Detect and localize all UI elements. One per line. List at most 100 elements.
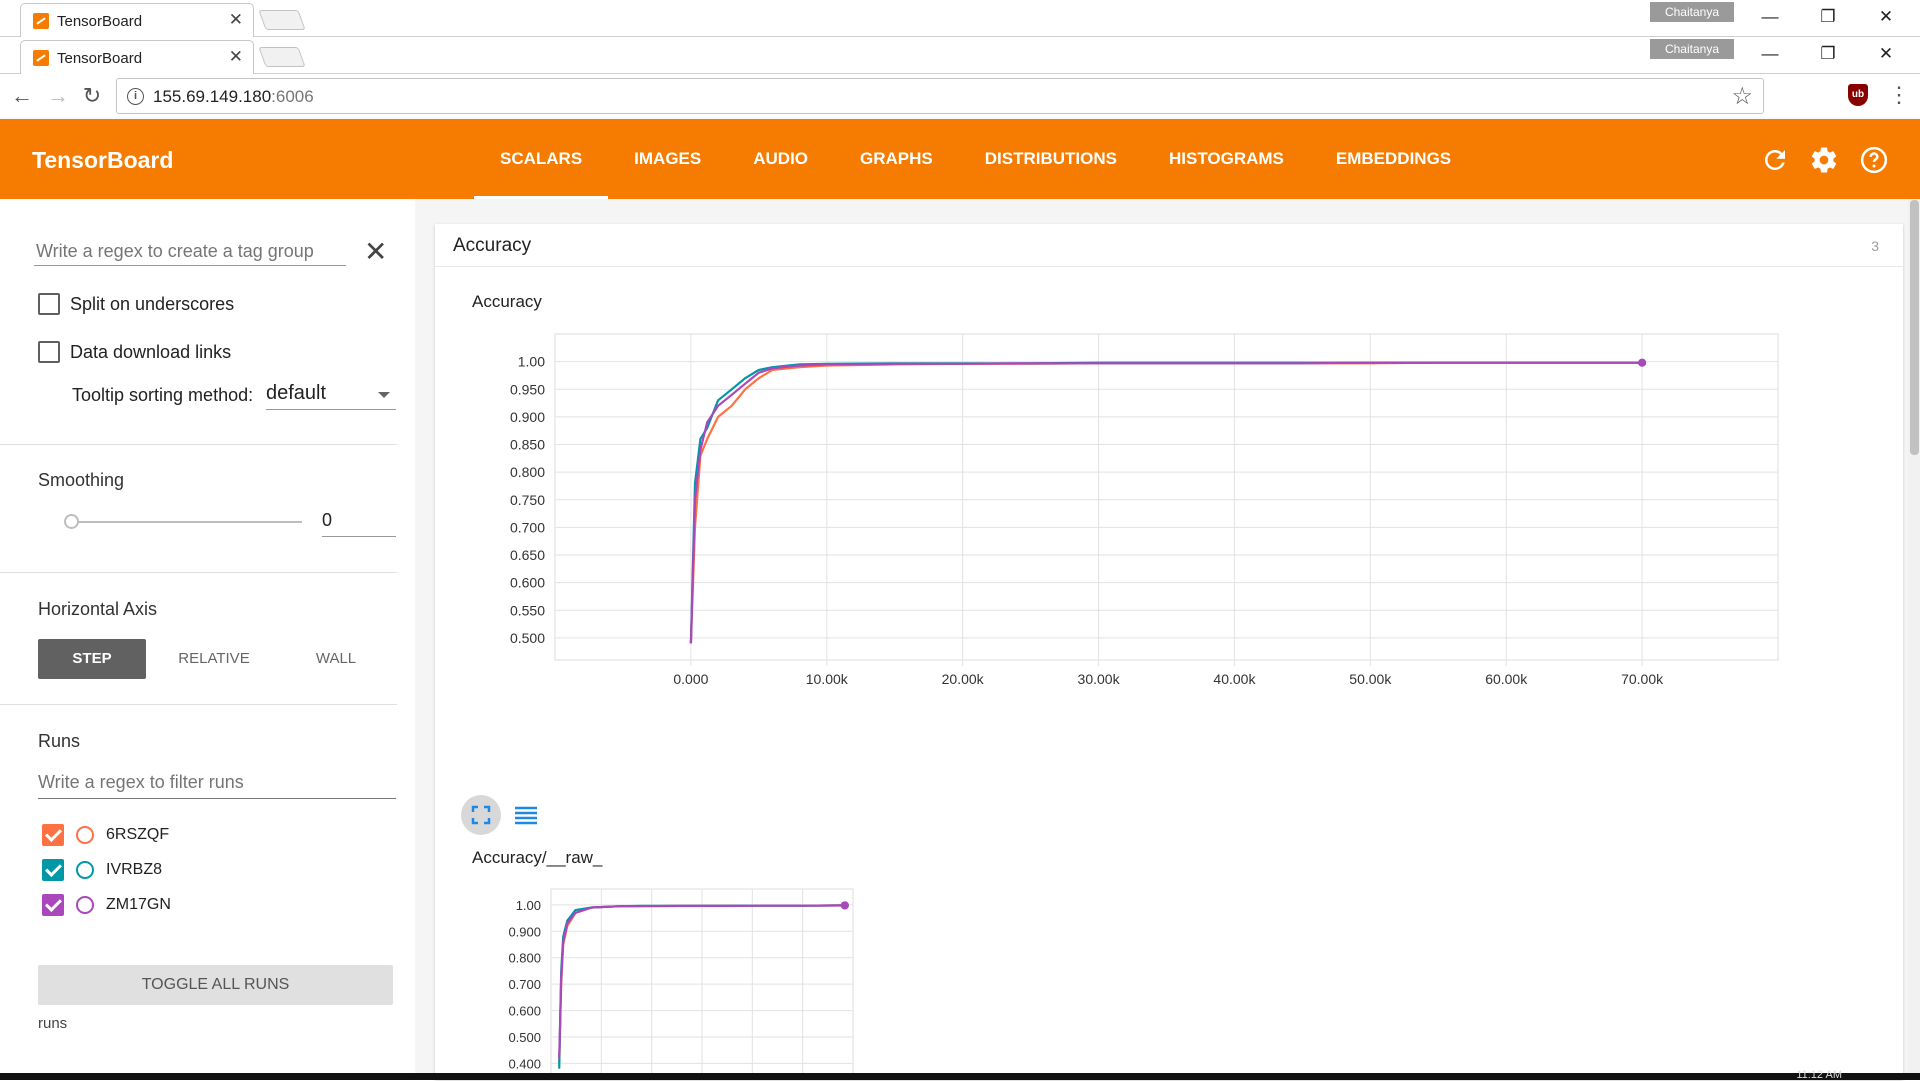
list-lines-icon [515,806,537,825]
refresh-icon[interactable] [1760,145,1790,175]
forward-arrow-icon[interactable]: → [44,82,72,110]
tag-group-regex-input[interactable] [34,239,346,263]
run-checkbox[interactable] [42,894,64,916]
split-underscores-checkbox[interactable] [38,293,60,315]
bookmark-star-icon[interactable]: ☆ [1731,82,1753,111]
back-arrow-icon[interactable]: ← [8,82,36,110]
site-info-icon[interactable]: i [127,88,144,105]
url-text: 155.69.149.180:6006 [153,87,314,107]
restore-button[interactable]: ❐ [1805,41,1851,67]
horizontal-axis-heading: Horizontal Axis [38,599,158,619]
run-checkbox[interactable] [42,824,64,846]
y-tick-label: 0.600 [508,1004,541,1019]
sidebar: ✕ Split on underscores Data download lin… [0,199,415,1080]
y-tick-label: 0.550 [510,602,545,618]
run-name: ZM17GN [106,896,171,913]
tab-histograms[interactable]: HISTOGRAMS [1143,119,1310,199]
profile-name[interactable]: Chaitanya [1650,2,1734,22]
run-color-circle-icon[interactable] [76,861,94,879]
tab-title: TensorBoard [57,13,143,30]
browser-tab-strip: TensorBoard ✕ Chaitanya — ❐ ✕ [0,0,1920,37]
tab-close-icon[interactable]: ✕ [229,47,243,67]
y-tick-label: 0.500 [510,630,545,646]
toggle-all-runs-button[interactable]: TOGGLE ALL RUNS [38,965,393,1005]
new-tab-button[interactable] [258,47,306,67]
browser-tab[interactable]: TensorBoard ✕ [20,3,254,37]
x-tick-label: 60.00k [1485,671,1528,687]
browser-tab[interactable]: TensorBoard ✕ [20,40,254,74]
ublock-extension-icon[interactable]: ub [1848,84,1868,106]
tensorboard-toolbar: TensorBoard SCALARS IMAGES AUDIO GRAPHS … [0,119,1920,199]
tab-distributions[interactable]: DISTRIBUTIONS [959,119,1143,199]
x-tick-label: 50.00k [1349,671,1392,687]
x-tick-label: 10.00k [806,671,849,687]
taskbar-clock: 11:12 AM [1796,1069,1842,1081]
tab-scalars[interactable]: SCALARS [474,119,609,199]
axis-relative-button[interactable]: RELATIVE [160,639,268,679]
runs-filter-input[interactable]: Write a regex to filter runs [38,769,396,799]
tab-embeddings[interactable]: EMBEDDINGS [1310,119,1477,199]
restore-button[interactable]: ❐ [1805,4,1851,30]
y-tick-label: 0.800 [508,951,541,966]
tooltip-sorting-label: Tooltip sorting method: [72,385,254,405]
series-endpoint-zm17gn [1638,358,1647,367]
tag-group-header[interactable]: Accuracy 3 [435,224,1903,267]
dropdown-arrow-icon [378,392,390,398]
close-window-button[interactable]: ✕ [1863,4,1909,30]
address-bar-row: ← → ↻ i 155.69.149.180:6006 ☆ ub ⋮ [0,74,1920,119]
run-checkbox[interactable] [42,859,64,881]
y-tick-label: 0.650 [510,547,545,563]
tooltip-sorting-dropdown[interactable]: default [266,378,396,410]
smoothing-slider-knob[interactable] [64,514,79,529]
y-tick-label: 0.750 [510,492,545,508]
clear-regex-icon[interactable]: ✕ [364,235,387,268]
tab-images[interactable]: IMAGES [608,119,727,199]
url-field[interactable]: i 155.69.149.180:6006 ☆ [116,78,1764,114]
fullscreen-icon [471,805,491,825]
regex-input-underline [34,265,346,266]
close-window-button[interactable]: ✕ [1863,41,1909,67]
download-links-checkbox[interactable] [38,341,60,363]
x-tick-label: 40.00k [1213,671,1256,687]
axis-wall-button[interactable]: WALL [282,639,390,679]
y-tick-label: 1.00 [518,354,545,370]
y-tick-label: 0.900 [510,409,545,425]
x-tick-label: 20.00k [942,671,985,687]
browser-tab-strip-secondary: TensorBoard ✕ Chaitanya — ❐ ✕ [0,37,1920,74]
tab-audio[interactable]: AUDIO [727,119,834,199]
browser-menu-icon[interactable]: ⋮ [1888,82,1910,108]
axis-step-button[interactable]: STEP [38,639,146,679]
minimize-button[interactable]: — [1747,4,1793,30]
download-links-label: Data download links [70,342,232,362]
accuracy-raw-line-chart[interactable]: 0.400 0.500 0.600 0.700 0.800 0.900 1.00 [471,879,861,1079]
run-color-circle-icon[interactable] [76,896,94,914]
url-host: 155.69.149.180 [153,87,272,106]
y-tick-label: 0.950 [510,381,545,397]
divider [0,704,397,705]
smoothing-slider-track[interactable] [72,521,302,523]
scrollbar-thumb[interactable] [1910,200,1919,455]
main-content: Accuracy 3 Accuracy 0.500 0.550 0.600 0.650… [415,199,1908,1080]
run-color-circle-icon[interactable] [76,826,94,844]
settings-gear-icon[interactable] [1809,145,1839,175]
toggle-log-scale-button[interactable] [506,795,546,835]
page-scrollbar[interactable] [1908,199,1920,1080]
profile-name[interactable]: Chaitanya [1650,39,1734,59]
divider [0,572,397,573]
runs-heading: Runs [38,731,81,751]
fullscreen-chart-button[interactable] [461,795,501,835]
new-tab-button[interactable] [258,10,306,30]
tag-group-pane: Accuracy 3 Accuracy 0.500 0.550 0.600 0.650… [435,224,1903,1080]
tooltip-sorting-value: default [266,382,327,404]
y-tick-label: 0.600 [510,575,545,591]
tab-graphs[interactable]: GRAPHS [834,119,959,199]
x-tick-label: 70.00k [1621,671,1664,687]
help-icon[interactable] [1859,145,1889,175]
accuracy-line-chart[interactable]: 0.500 0.550 0.600 0.650 0.700 0.750 0.800 0.850… [455,320,1795,700]
y-tick-label: 0.850 [510,437,545,453]
tab-close-icon[interactable]: ✕ [229,10,243,30]
smoothing-value-input[interactable]: 0 [322,505,396,537]
reload-icon[interactable]: ↻ [78,82,106,110]
minimize-button[interactable]: — [1747,41,1793,67]
runs-footer-label: runs [38,1015,68,1032]
